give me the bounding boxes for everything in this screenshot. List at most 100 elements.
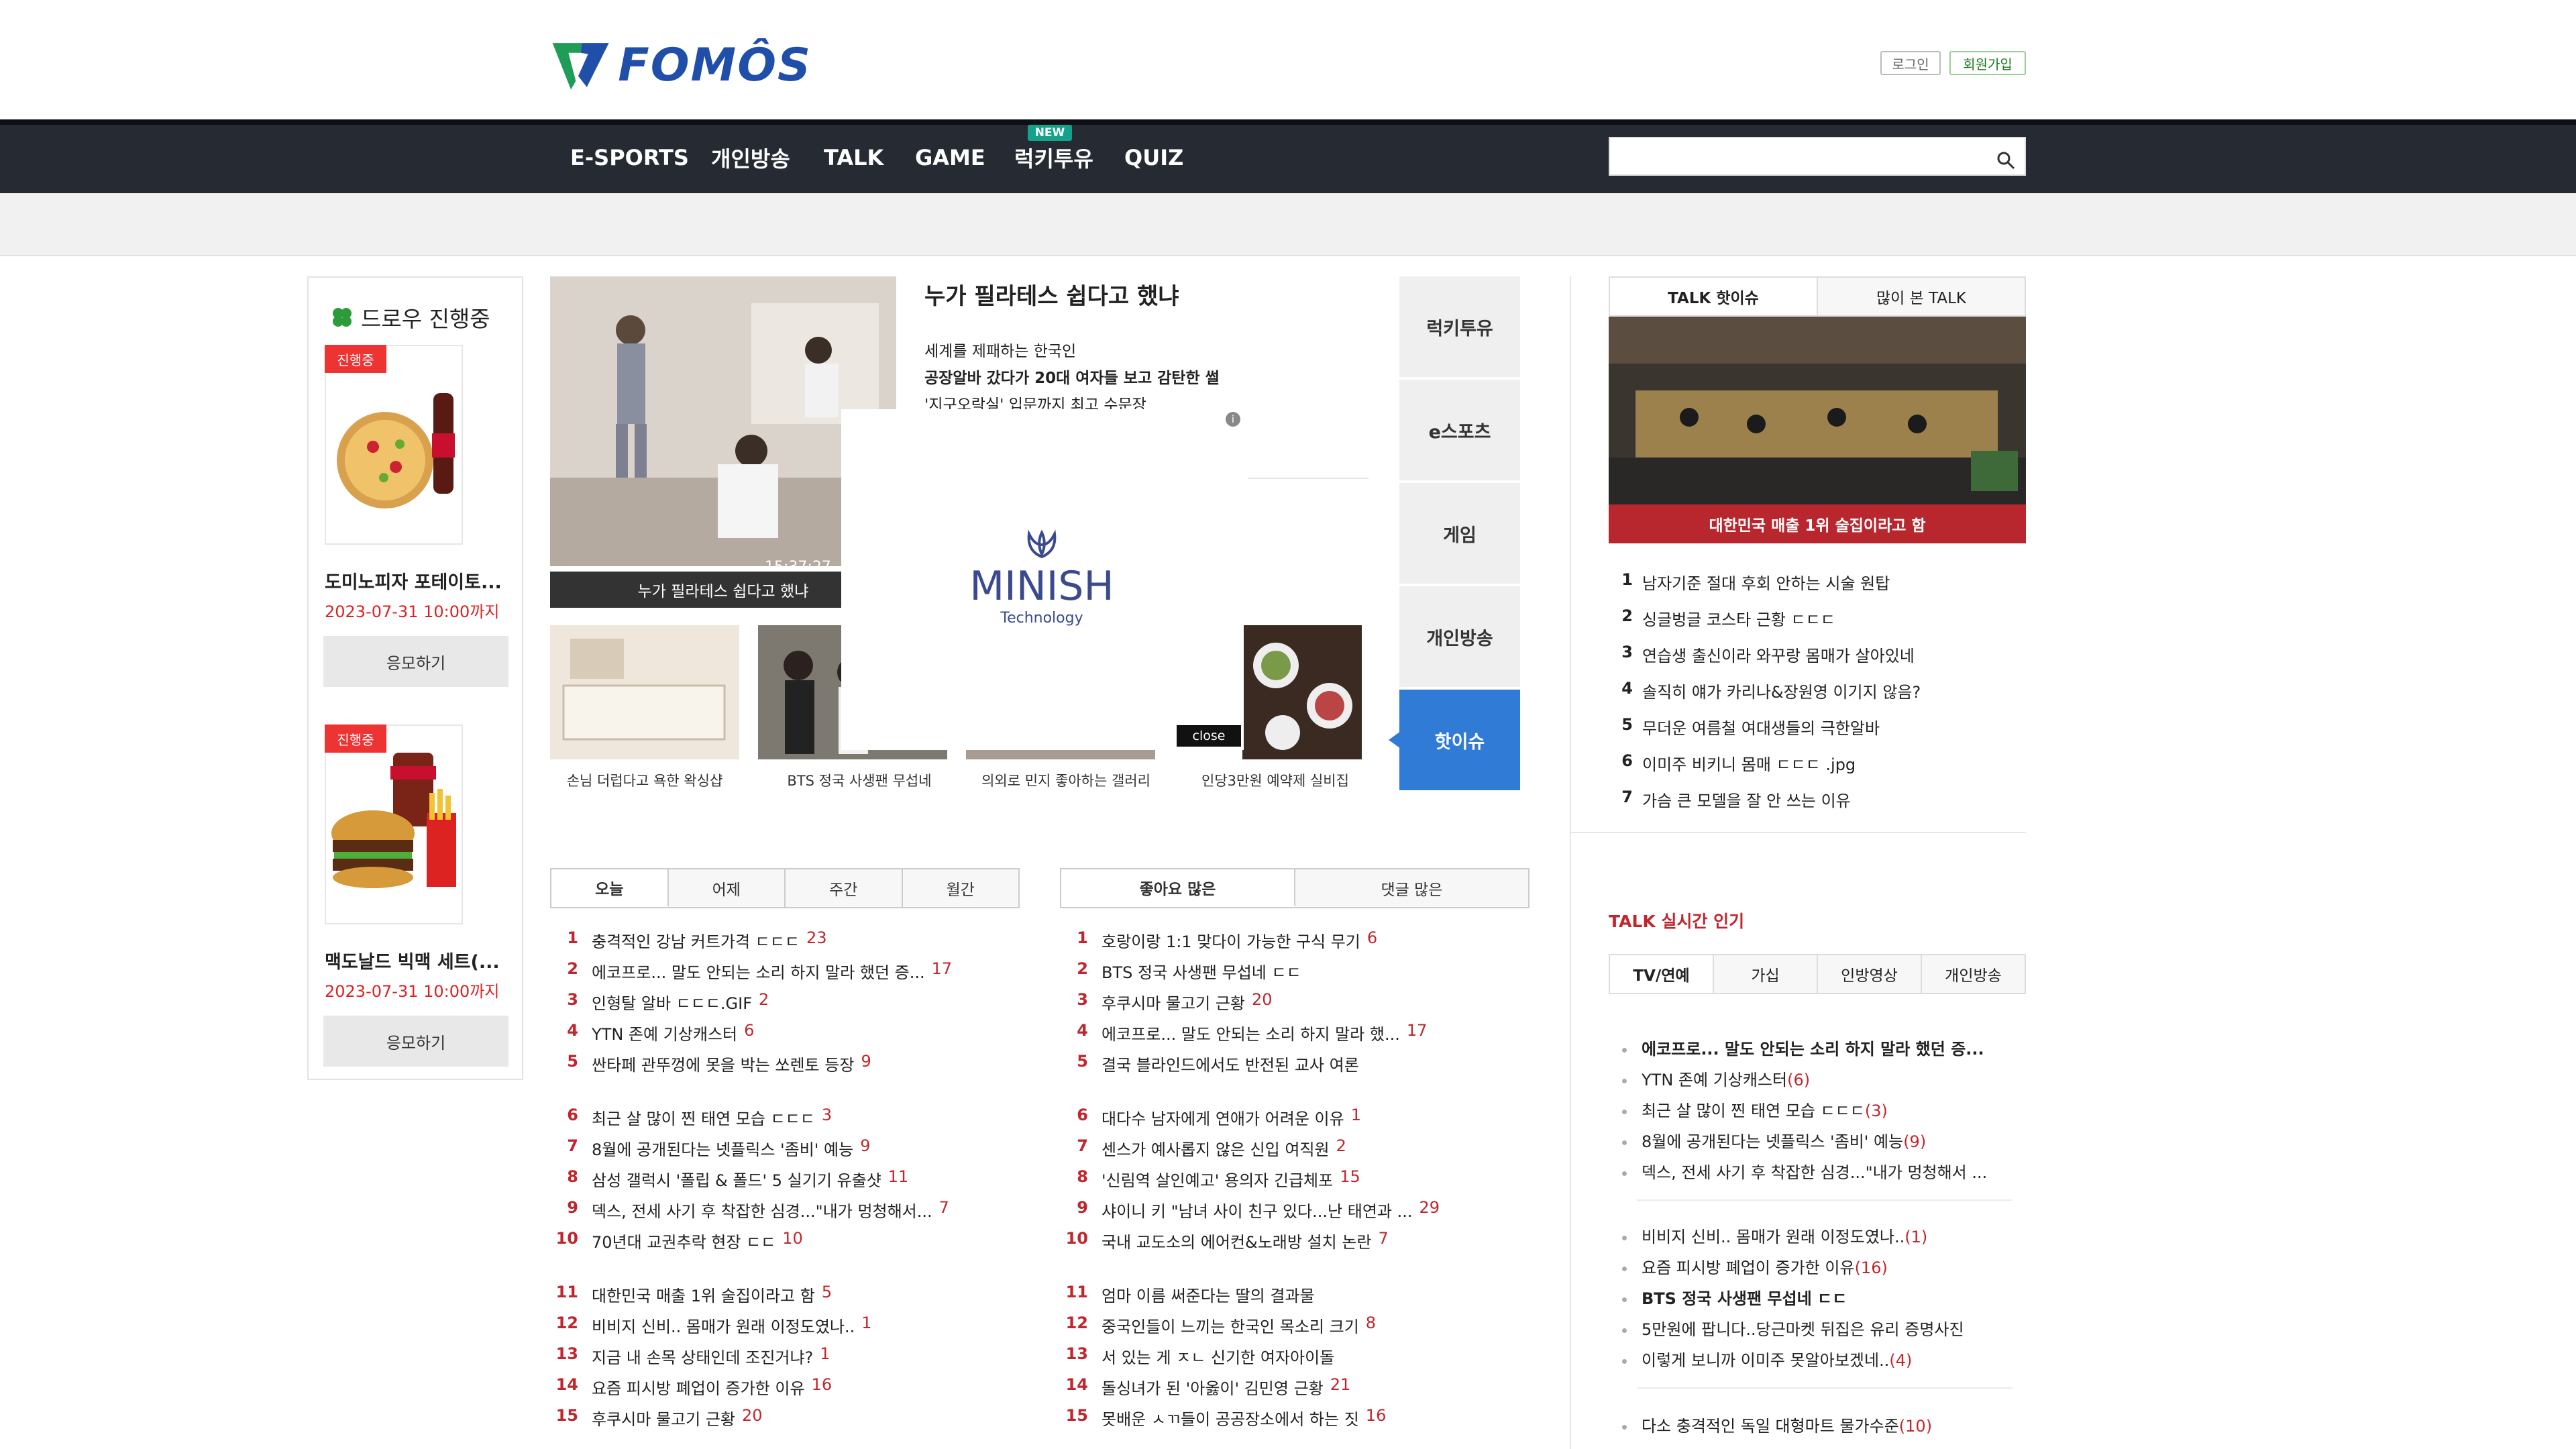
- tab-gossip[interactable]: 가십: [1714, 955, 1818, 993]
- nav-game[interactable]: GAME: [915, 134, 985, 181]
- rank-row[interactable]: 5 결국 블라인드에서도 반전된 교사 여론: [1059, 1052, 1366, 1075]
- nav-quiz[interactable]: QUIZ: [1124, 134, 1183, 181]
- rank-row[interactable]: 6 최근 살 많이 찐 태연 모습 ㄷㄷㄷ 3: [549, 1106, 832, 1129]
- live-item[interactable]: 8월에 공개된다는 넷플릭스 '좀비' 예능(9): [1622, 1128, 2018, 1152]
- rank-row[interactable]: 8 '신림역 살인예고' 용의자 긴급체포 15: [1059, 1167, 1360, 1191]
- hot-item[interactable]: 6 이미주 비키니 몸매 ㄷㄷㄷ .jpg: [1621, 751, 1856, 775]
- rank-row[interactable]: 5 싼타페 관뚜껑에 못을 박는 쏘렌토 등장 9: [549, 1052, 871, 1075]
- featured-title[interactable]: 누가 필라테스 쉽다고 했냐: [924, 278, 1179, 311]
- hot-item[interactable]: 1 남자기준 절대 후회 안하는 시술 원탑: [1621, 570, 1890, 594]
- rank-row[interactable]: 4 에코프로... 말도 안되는 소리 하지 말라 했... 17: [1059, 1021, 1427, 1044]
- rank-row[interactable]: 15 후쿠시마 물고기 근황 20: [549, 1406, 763, 1430]
- talk-feature-image[interactable]: [1609, 317, 2026, 504]
- rank-row[interactable]: 7 8월에 공개된다는 넷플릭스 '좀비' 예능 9: [549, 1136, 870, 1160]
- tab-most-commented[interactable]: 댓글 많은: [1295, 869, 1528, 907]
- tab-personal-broadcast[interactable]: 개인방송: [1922, 955, 2025, 993]
- thumbnail-caption[interactable]: 손님 더럽다고 욕한 왁싱샵: [550, 770, 739, 790]
- hot-item[interactable]: 5 무더운 여름철 여대생들의 극한알바: [1621, 715, 1880, 739]
- tab-yesterday[interactable]: 어제: [668, 869, 786, 907]
- thumbnail-caption[interactable]: 인당3만원 예약제 실비집: [1181, 770, 1370, 790]
- hot-item[interactable]: 7 가슴 큰 모델을 잘 안 쓰는 이유: [1621, 788, 1850, 811]
- live-item[interactable]: 에코프로... 말도 안되는 소리 하지 말라 했던 증...: [1622, 1036, 2018, 1059]
- hot-item[interactable]: 4 솔직히 얘가 카리나&장원영 이기지 않음?: [1621, 679, 1921, 702]
- rank-row[interactable]: 4 YTN 존예 기상캐스터 6: [549, 1021, 754, 1044]
- side-tab-game[interactable]: 게임: [1399, 483, 1520, 585]
- rank-row[interactable]: 9 샤이니 키 "남녀 사이 친구 있다...난 태연과 ... 29: [1059, 1198, 1440, 1222]
- tab-tv-entertainment[interactable]: TV/연예: [1610, 955, 1714, 993]
- side-tab-hot-issue[interactable]: 핫이슈: [1399, 690, 1520, 792]
- ad-close-button[interactable]: close: [1177, 725, 1241, 747]
- nav-personal-broadcast[interactable]: 개인방송: [711, 134, 790, 181]
- rank-row[interactable]: 14 돌싱녀가 된 '아옳이' 김민영 근황 21: [1059, 1375, 1351, 1399]
- search-input[interactable]: [1609, 137, 2026, 176]
- apply-button[interactable]: 응모하기: [323, 636, 508, 687]
- thumbnail-caption[interactable]: BTS 정국 사생팬 무섭네: [765, 770, 954, 790]
- rank-row[interactable]: 3 인형탈 알바 ㄷㄷㄷ.GIF 2: [549, 990, 769, 1014]
- rank-title: 중국인들이 느끼는 한국인 목소리 크기: [1102, 1318, 1359, 1336]
- search-icon[interactable]: [1996, 150, 2016, 170]
- fomos-logo[interactable]: FOMÔS: [550, 35, 812, 95]
- side-tab-broadcast[interactable]: 개인방송: [1399, 586, 1520, 688]
- rank-row[interactable]: 13 지금 내 손목 상태인데 조진거냐? 1: [549, 1344, 830, 1368]
- live-item[interactable]: 이렇게 보니까 이미주 못알아보겠네..(4): [1622, 1347, 2018, 1371]
- rank-row[interactable]: 12 비비지 신비.. 몸매가 원래 이정도였나.. 1: [549, 1313, 872, 1337]
- rank-row[interactable]: 3 후쿠시마 물고기 근황 20: [1059, 990, 1272, 1014]
- tab-weekly[interactable]: 주간: [786, 869, 903, 907]
- ad-info-icon[interactable]: i: [1226, 412, 1240, 427]
- tab-talk-hot[interactable]: TALK 핫이슈: [1610, 278, 1818, 315]
- thumbnail-caption[interactable]: 의외로 민지 좋아하는 갤러리: [971, 770, 1161, 790]
- draw-item-name[interactable]: 맥도날드 빅맥 세트(...: [325, 947, 510, 973]
- talk-image-caption[interactable]: 대한민국 매출 1위 술집이라고 함: [1609, 504, 2026, 543]
- tab-monthly[interactable]: 월간: [902, 869, 1018, 907]
- login-button[interactable]: 로그인: [1880, 51, 1941, 75]
- live-item[interactable]: 다소 충격적인 독일 대형마트 물가수준(10): [1622, 1413, 2018, 1436]
- rank-row[interactable]: 15 못배운 ㅅㄲ들이 공공장소에서 하는 짓 16: [1059, 1406, 1387, 1430]
- featured-link[interactable]: 세계를 제패하는 한국인: [924, 338, 1076, 361]
- live-item[interactable]: YTN 존예 기상캐스터(6): [1622, 1067, 2018, 1090]
- rank-row[interactable]: 2 BTS 정국 사생팬 무섭네 ㄷㄷ: [1059, 959, 1308, 983]
- draw-item-image[interactable]: [325, 345, 463, 545]
- rank-row[interactable]: 10 국내 교도소의 에어컨&노래방 설치 논란 7: [1059, 1229, 1389, 1252]
- active-tab-arrow-icon: [1389, 731, 1401, 749]
- rank-row[interactable]: 11 엄마 이름 써준다는 딸의 결과물: [1059, 1283, 1322, 1306]
- tab-today[interactable]: 오늘: [551, 869, 669, 907]
- rank-row[interactable]: 14 요즘 피시방 폐업이 증가한 이유 16: [549, 1375, 833, 1399]
- live-item[interactable]: 비비지 신비.. 몸매가 원래 이정도였나..(1): [1622, 1224, 2018, 1247]
- live-item[interactable]: 덱스, 전세 사기 후 착잡한 심경..."내가 멍청해서 ...: [1622, 1159, 2018, 1183]
- live-item[interactable]: BTS 정국 사생팬 무섭네 ㄷㄷ: [1622, 1285, 2018, 1309]
- signup-button[interactable]: 회원가입: [1949, 51, 2026, 75]
- tab-most-viewed[interactable]: 많이 본 TALK: [1818, 278, 2025, 315]
- draw-item-image[interactable]: [325, 724, 463, 924]
- draw-item-name[interactable]: 도미노피자 포테이토...: [325, 568, 510, 594]
- rank-row[interactable]: 13 서 있는 게 ㅈㄴ 신기한 여자아이돌: [1059, 1344, 1341, 1368]
- nav-lucky-to-you[interactable]: 럭키투유: [1014, 134, 1093, 181]
- thumbnail[interactable]: [1242, 625, 1362, 759]
- hot-item[interactable]: 3 연습생 출신이라 와꾸랑 몸매가 살아있네: [1621, 643, 1915, 666]
- tab-streamer-video[interactable]: 인방영상: [1818, 955, 1922, 993]
- rank-row[interactable]: 10 70년대 교권추락 현장 ㄷㄷ 10: [549, 1229, 803, 1252]
- rank-row[interactable]: 6 대다수 남자에게 연애가 어려운 이유 1: [1059, 1106, 1361, 1129]
- featured-link[interactable]: 공장알바 갔다가 20대 여자들 보고 감탄한 썰: [924, 365, 1220, 388]
- rank-row[interactable]: 11 대한민국 매출 1위 술집이라고 함 5: [549, 1283, 833, 1306]
- ad-brand-name: MINISH: [969, 563, 1114, 610]
- rank-row[interactable]: 9 덱스, 전세 사기 후 착잡한 심경..."내가 멍청해서... 7: [549, 1198, 949, 1222]
- rank-title: 삼성 갤럭시 '폴립 & 폴드' 5 실기기 유출샷: [592, 1171, 881, 1190]
- side-tab-lucky[interactable]: 럭키투유: [1399, 276, 1520, 378]
- rank-row[interactable]: 12 중국인들이 느끼는 한국인 목소리 크기 8: [1059, 1313, 1376, 1337]
- apply-button[interactable]: 응모하기: [323, 1016, 508, 1067]
- live-item[interactable]: 5만원에 팝니다..당근마켓 뒤집은 유리 증명사진: [1622, 1316, 2018, 1340]
- tab-most-liked[interactable]: 좋아요 많은: [1061, 869, 1295, 907]
- hot-item[interactable]: 2 싱글벙글 코스타 근황 ㄷㄷㄷ: [1621, 606, 1835, 630]
- nav-talk[interactable]: TALK: [824, 134, 883, 181]
- rank-row[interactable]: 7 센스가 예사롭지 않은 신입 여직원 2: [1059, 1136, 1346, 1160]
- minish-logo[interactable]: MINISH Technology: [958, 525, 1126, 632]
- live-item[interactable]: 최근 살 많이 찐 태연 모습 ㄷㄷㄷ(3): [1622, 1097, 2018, 1121]
- nav-esports[interactable]: E-SPORTS: [570, 134, 689, 181]
- rank-row[interactable]: 2 에코프로... 말도 안되는 소리 하지 말라 했던 증... 17: [549, 959, 952, 983]
- live-item[interactable]: 요즘 피시방 폐업이 증가한 이유(16): [1622, 1254, 2018, 1278]
- side-tab-esports[interactable]: e스포츠: [1399, 380, 1520, 482]
- thumbnail[interactable]: [550, 625, 739, 759]
- rank-row[interactable]: 1 호랑이랑 1:1 맞다이 가능한 구식 무기 6: [1059, 928, 1377, 952]
- rank-row[interactable]: 8 삼성 갤럭시 '폴립 & 폴드' 5 실기기 유출샷 11: [549, 1167, 908, 1191]
- rank-row[interactable]: 1 충격적인 강남 커트가격 ㄷㄷㄷ 23: [549, 928, 826, 952]
